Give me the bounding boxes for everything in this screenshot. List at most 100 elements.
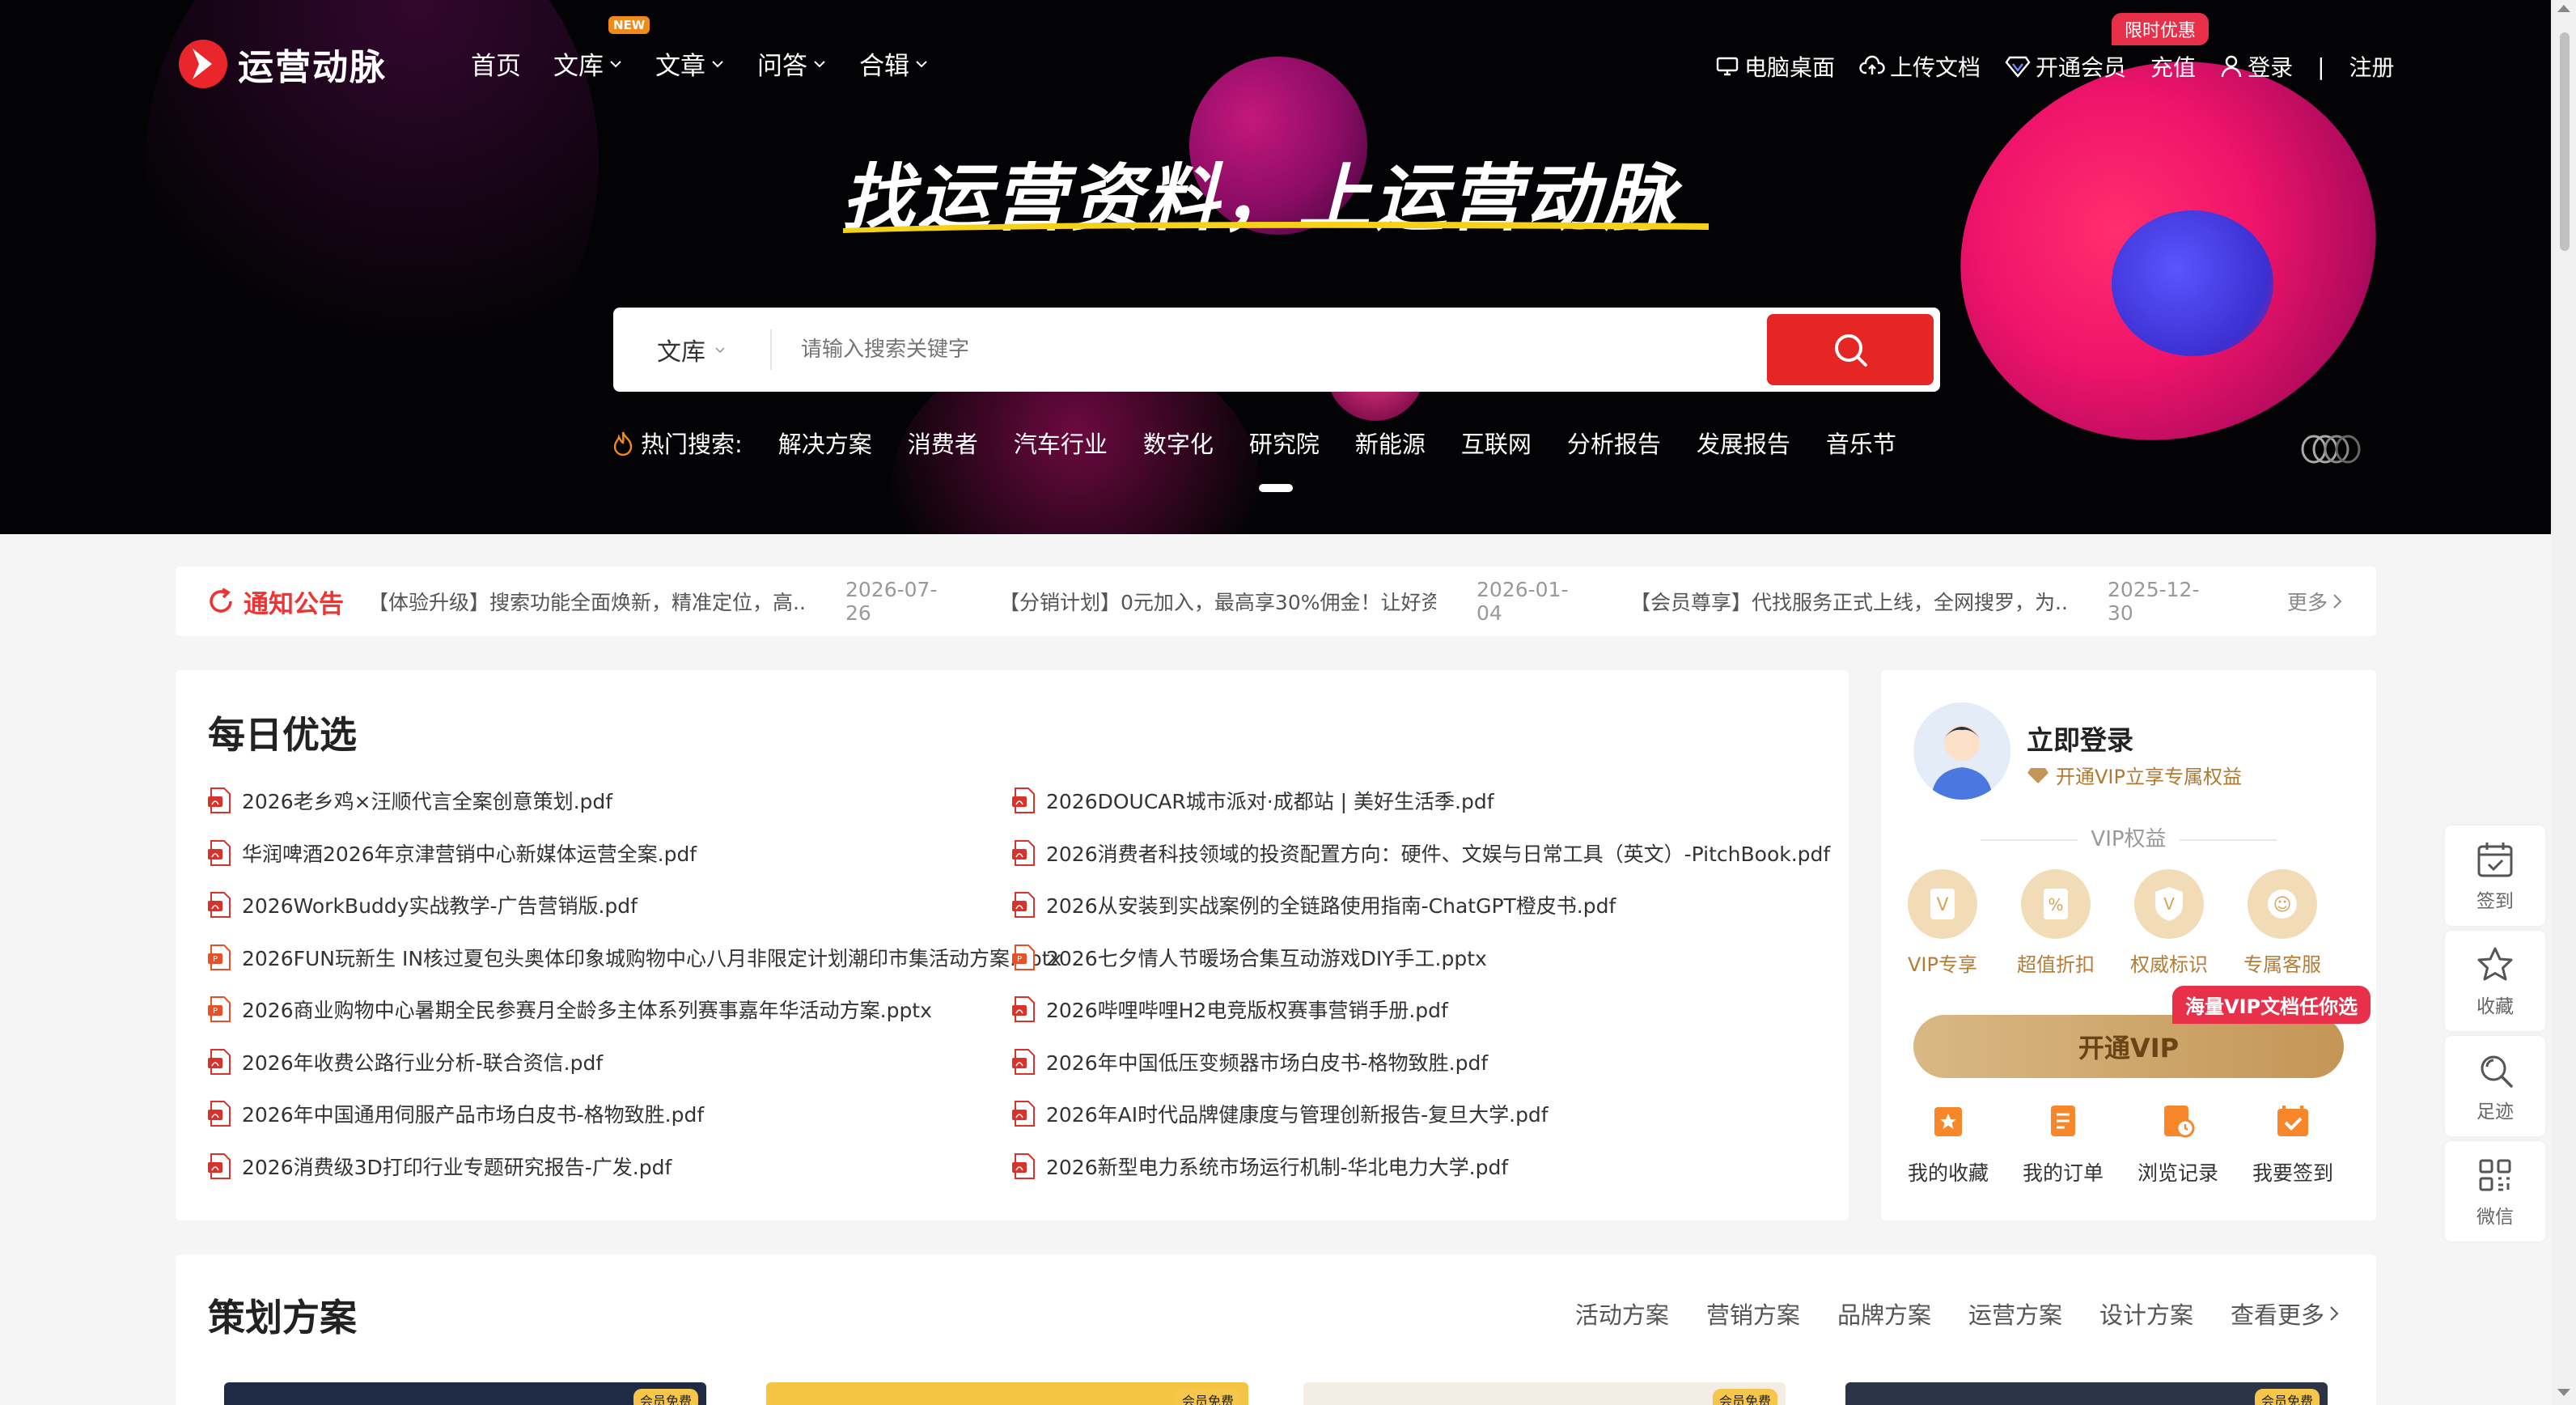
vip-benefits-link[interactable]: 开通VIP立享专属权益 [2027,761,2242,789]
scrollbar-thumb[interactable] [2560,32,2570,251]
fire-icon [613,431,633,456]
register-link[interactable]: 注册 [2349,50,2395,83]
plan-thumbnail[interactable]: 会员免费 [1845,1382,2328,1405]
nav-articles[interactable]: 文章 [655,45,725,82]
my-orders-link[interactable]: 我的订单 [2002,1101,2124,1186]
chevron-right-icon [2330,1306,2339,1321]
scroll-up-arrow-icon[interactable] [2557,5,2570,12]
pptx-file-icon: P [208,996,231,1022]
doc-title: 2026WorkBuddy实战教学-广告营销版.pdf [242,894,638,918]
history-icon [2164,1106,2195,1138]
search-input[interactable] [772,308,1767,392]
my-favorites-link[interactable]: 我的收藏 [1888,1101,2009,1186]
float-wechat-button[interactable]: 微信 [2445,1141,2545,1242]
doc-list-item[interactable]: P 2026七夕情人节暖场合集互动游戏DIY手工.pptx [1012,942,1830,973]
tab-activity-plans[interactable]: 活动方案 [1575,1297,1669,1331]
doc-list-item[interactable]: 2026哔哩哔哩H2电竞版权赛事营销手册.pdf [1012,994,1830,1025]
tab-operation-plans[interactable]: 运营方案 [1968,1297,2062,1331]
doc-list-item[interactable]: 2026从安装到实战案例的全链路使用指南-ChatGPT橙皮书.pdf [1012,889,1830,920]
hot-search-link[interactable]: 解决方案 [778,426,872,460]
hot-search-link[interactable]: 数字化 [1143,426,1214,460]
doc-list-item[interactable]: P 2026FUN玩新生 IN核过夏包头奥体印象城购物中心八月非限定计划潮印市集活… [208,942,1061,973]
page-scrollbar[interactable] [2551,0,2576,1405]
float-footprint-button[interactable]: 足迹 [2445,1036,2545,1136]
doc-list-item[interactable]: 2026年收费公路行业分析-联合资信.pdf [208,1046,1061,1077]
notice-item[interactable]: 【分销计划】0元加入，最高享30%佣金！让好资... [999,587,1436,616]
login-link[interactable]: 登录 [2220,50,2293,83]
hot-search-link[interactable]: 消费者 [908,426,978,460]
doc-title: 2026消费者科技领域的投资配置方向：硬件、文娱与日常工具（英文）-PitchB… [1046,842,1831,866]
doc-list-item[interactable]: 华润啤酒2026年京津营销中心新媒体运营全案.pdf [208,838,1061,868]
float-favorite-button[interactable]: 收藏 [2445,931,2545,1031]
doc-list-item[interactable]: 2026消费者科技领域的投资配置方向：硬件、文娱与日常工具（英文）-PitchB… [1012,838,1830,868]
default-avatar-icon [1913,702,2010,800]
plan-thumbnail[interactable]: 会员免费 [1303,1382,1786,1405]
pdf-file-icon [208,892,231,918]
carousel-indicator[interactable] [1259,484,1293,492]
tab-brand-plans[interactable]: 品牌方案 [1837,1297,1931,1331]
notice-title: 通知公告 [206,584,344,620]
nav-home[interactable]: 首页 [471,45,521,82]
view-more-link[interactable]: 查看更多 [2231,1297,2341,1331]
doc-title: 2026FUN玩新生 IN核过夏包头奥体印象城购物中心八月非限定计划潮印市集活动… [242,946,1062,970]
slogan-underline [843,222,1709,233]
search-button[interactable] [1767,314,1934,385]
nav-library[interactable]: 文库 [553,45,623,82]
nav-label: 文库 [553,52,604,81]
doc-list-item[interactable]: P 2026商业购物中心暑期全民参赛月全龄多主体系列赛事嘉年华活动方案.pptx [208,994,1061,1025]
recharge-link[interactable]: 充值 [2150,50,2196,83]
planning-tabs: 活动方案 营销方案 品牌方案 运营方案 设计方案 查看更多 [1575,1297,2341,1331]
browse-history-link[interactable]: 浏览记录 [2117,1101,2239,1186]
doc-title: 2026老乡鸡×汪顺代言全案创意策划.pdf [242,790,613,813]
hot-search-link[interactable]: 分析报告 [1567,426,1661,460]
doc-title: 2026从安装到实战案例的全链路使用指南-ChatGPT橙皮书.pdf [1046,894,1616,918]
check-in-link[interactable]: 我要签到 [2232,1101,2354,1186]
hot-search-link[interactable]: 发展报告 [1697,426,1790,460]
doc-list-item[interactable]: 2026消费级3D打印行业专题研究报告-广发.pdf [208,1151,1061,1182]
plan-thumbnail[interactable]: 会员免费 [224,1382,706,1405]
site-logo[interactable]: 运营动脉 [176,37,387,91]
float-label: 收藏 [2476,996,2514,1017]
notice-item[interactable]: 【会员尊享】代找服务正式上线，全网搜罗，为... [1630,587,2067,616]
doc-list-item[interactable]: 2026WorkBuddy实战教学-广告营销版.pdf [208,889,1061,920]
perk-vip-exclusive[interactable]: V VIP专享 [1894,869,1991,977]
qrcode-icon [2479,1159,2511,1191]
notice-more-link[interactable]: 更多 [2287,587,2344,616]
nav-qa[interactable]: 问答 [757,45,827,82]
perk-authority-mark[interactable]: V 权威标识 [2121,869,2218,977]
hot-search-link[interactable]: 新能源 [1355,426,1426,460]
float-checkin-button[interactable]: 签到 [2445,826,2545,926]
search-category-label: 文库 [657,338,705,367]
doc-list-item[interactable]: 2026新型电力系统市场运行机制-华北电力大学.pdf [1012,1151,1830,1182]
hot-search-link[interactable]: 音乐节 [1826,426,1896,460]
perk-discount[interactable]: % 超值折扣 [2007,869,2104,977]
quick-label: 浏览记录 [2137,1161,2218,1185]
nav-collections[interactable]: 合辑 [859,45,929,82]
tab-marketing-plans[interactable]: 营销方案 [1706,1297,1800,1331]
doc-list-item[interactable]: 2026年AI时代品牌健康度与管理创新报告-复旦大学.pdf [1012,1098,1830,1129]
upload-doc-link[interactable]: 上传文档 [1859,50,1981,83]
star-icon [2477,947,2513,981]
hot-label-text: 热门搜索: [641,431,743,458]
plan-thumbnail[interactable]: 会员免费 [766,1382,1248,1405]
refresh-notice-icon [210,588,232,613]
hot-search-link[interactable]: 互联网 [1461,426,1532,460]
hot-search-link[interactable]: 研究院 [1249,426,1320,460]
scroll-down-arrow-icon[interactable] [2557,1389,2570,1396]
notice-item[interactable]: 【体验升级】搜索功能全面焕新，精准定位，高... [368,587,805,616]
hot-search-link[interactable]: 汽车行业 [1014,426,1108,460]
doc-list-item[interactable]: 2026年中国低压变频器市场白皮书-格物致胜.pdf [1012,1046,1830,1077]
open-vip-button[interactable]: 开通VIP [1913,1015,2344,1078]
doc-title: 2026哔哩哔哩H2电竞版权赛事营销手册.pdf [1046,999,1448,1022]
tab-design-plans[interactable]: 设计方案 [2099,1297,2193,1331]
desktop-shortcut-link[interactable]: 电脑桌面 [1715,50,1835,83]
avatar[interactable] [1913,702,2010,800]
login-now-link[interactable]: 立即登录 [2027,719,2133,758]
search-category-select[interactable]: 文库 [613,329,772,370]
view-more-label: 查看更多 [2230,1301,2324,1329]
perk-support[interactable]: ☺ 专属客服 [2234,869,2331,977]
doc-list-item[interactable]: 2026老乡鸡×汪顺代言全案创意策划.pdf [208,785,1061,816]
doc-list-item[interactable]: 2026DOUCAR城市派对·成都站 | 美好生活季.pdf [1012,785,1830,816]
doc-list-item[interactable]: 2026年中国通用伺服产品市场白皮书-格物致胜.pdf [208,1098,1061,1129]
open-vip-link[interactable]: 开通会员 [2005,50,2126,83]
